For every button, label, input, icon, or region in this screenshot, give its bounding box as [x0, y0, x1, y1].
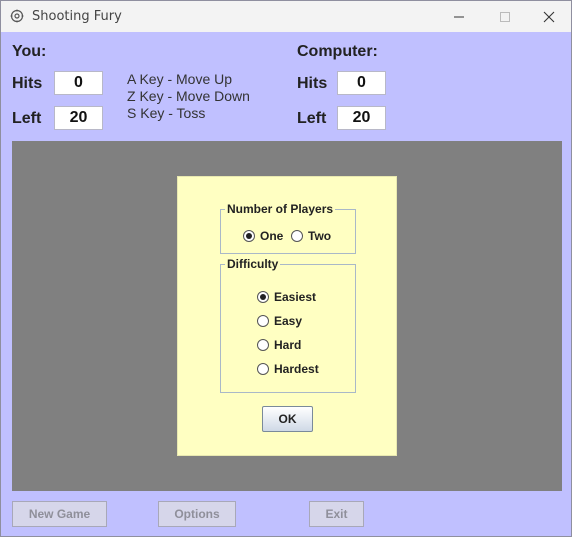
ok-button[interactable]: OK	[262, 406, 313, 432]
window-title: Shooting Fury	[32, 9, 122, 24]
radio-unselected-icon[interactable]	[257, 339, 269, 351]
difficulty-option-hardest[interactable]: Hardest	[257, 362, 319, 376]
player-hits-label: Hits	[12, 75, 43, 92]
gear-icon	[10, 9, 24, 23]
computer-hits-field: 0	[337, 71, 386, 95]
title-bar[interactable]: Shooting Fury	[1, 1, 571, 32]
new-game-button[interactable]: New Game	[12, 501, 107, 527]
player-heading: You:	[12, 43, 47, 60]
players-group-title: Number of Players	[225, 202, 336, 216]
game-window: Shooting Fury You: Hits 0 Left 20 A Key …	[0, 0, 572, 537]
difficulty-group-title: Difficulty	[225, 257, 281, 271]
difficulty-option-easy[interactable]: Easy	[257, 314, 302, 328]
difficulty-option-easiest[interactable]: Easiest	[257, 290, 316, 304]
difficulty-option-label: Easiest	[274, 290, 317, 304]
players-option-two-label: Two	[308, 229, 332, 243]
key-instruction-down: Z Key - Move Down	[127, 88, 250, 104]
radio-unselected-icon[interactable]	[257, 363, 269, 375]
options-button[interactable]: Options	[158, 501, 236, 527]
radio-unselected-icon[interactable]	[257, 315, 269, 327]
computer-left-field: 20	[337, 106, 386, 130]
computer-hits-label: Hits	[297, 75, 328, 92]
difficulty-option-label: Hard	[274, 338, 302, 352]
difficulty-option-label: Hardest	[274, 362, 319, 376]
exit-button[interactable]: Exit	[309, 501, 364, 527]
key-instruction-toss: S Key - Toss	[127, 105, 206, 121]
computer-heading: Computer:	[297, 43, 378, 60]
players-option-two[interactable]: Two	[291, 229, 331, 243]
options-dialog: Number of Players One Two Difficulty Eas…	[177, 176, 397, 456]
player-hits-field: 0	[54, 71, 103, 95]
players-option-one[interactable]: One	[243, 229, 283, 243]
players-option-one-label: One	[260, 229, 284, 243]
player-left-field: 20	[54, 106, 103, 130]
close-icon[interactable]	[526, 1, 572, 32]
player-left-label: Left	[12, 110, 42, 127]
players-group: Number of Players One Two	[220, 202, 356, 254]
minimize-icon[interactable]	[436, 1, 482, 32]
key-instructions: A Key - Move Up Z Key - Move Down S Key …	[127, 71, 250, 122]
radio-selected-icon[interactable]	[257, 291, 269, 303]
maximize-icon[interactable]	[482, 1, 528, 32]
difficulty-group: Difficulty Easiest Easy Hard Hardest	[220, 257, 356, 393]
radio-unselected-icon[interactable]	[291, 230, 303, 242]
key-instruction-up: A Key - Move Up	[127, 71, 233, 87]
difficulty-option-label: Easy	[274, 314, 303, 328]
difficulty-option-hard[interactable]: Hard	[257, 338, 301, 352]
computer-left-label: Left	[297, 110, 327, 127]
radio-selected-icon[interactable]	[243, 230, 255, 242]
